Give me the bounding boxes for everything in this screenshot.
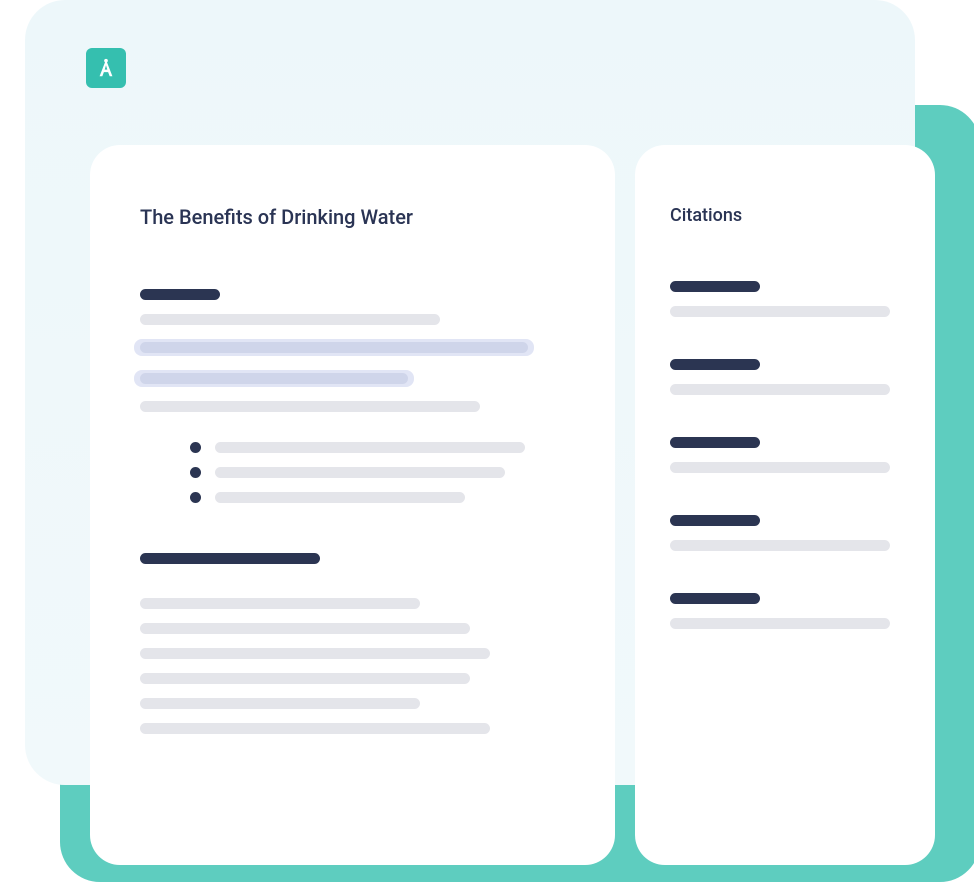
heading-placeholder [140, 289, 220, 300]
citation-item[interactable] [670, 593, 900, 629]
citation-text [670, 384, 890, 395]
app-logo [86, 48, 126, 88]
text-line [140, 314, 440, 325]
citations-title: Citations [670, 205, 900, 226]
content-section-2 [140, 553, 565, 734]
content-section-1 [140, 289, 565, 412]
citation-item[interactable] [670, 515, 900, 551]
document-title: The Benefits of Drinking Water [140, 205, 565, 229]
text-line [140, 401, 480, 412]
text-line [140, 673, 470, 684]
highlighted-text-line-1[interactable] [134, 339, 534, 356]
text-line [140, 598, 420, 609]
bullet-icon [190, 442, 201, 453]
text-line [215, 492, 465, 503]
highlighted-text-line-2[interactable] [134, 370, 414, 387]
text-line [140, 698, 420, 709]
text-line [215, 467, 505, 478]
citation-text [670, 540, 890, 551]
citation-text [670, 462, 890, 473]
citation-item[interactable] [670, 437, 900, 473]
citation-text [670, 306, 890, 317]
citation-heading [670, 437, 760, 448]
text-line [140, 723, 490, 734]
bullet-icon [190, 467, 201, 478]
document-card: The Benefits of Drinking Water [90, 145, 615, 865]
text-line [140, 648, 490, 659]
citation-item[interactable] [670, 281, 900, 317]
citation-heading [670, 515, 760, 526]
citation-heading [670, 281, 760, 292]
logo-a-icon [95, 57, 117, 79]
citation-heading [670, 593, 760, 604]
bullet-icon [190, 492, 201, 503]
list-item [190, 442, 565, 453]
list-item [190, 467, 565, 478]
citation-heading [670, 359, 760, 370]
list-item [190, 492, 565, 503]
bullet-list [140, 442, 565, 503]
heading-placeholder [140, 553, 320, 564]
citation-text [670, 618, 890, 629]
text-line [140, 623, 470, 634]
citations-card: Citations [635, 145, 935, 865]
citation-item[interactable] [670, 359, 900, 395]
text-line [215, 442, 525, 453]
